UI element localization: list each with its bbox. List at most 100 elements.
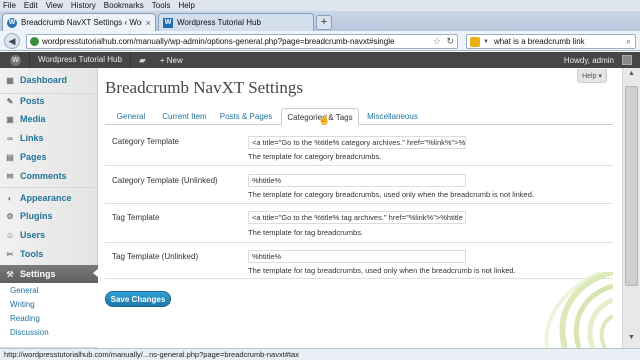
menu-file[interactable]: File xyxy=(3,0,16,11)
admin-bar-new[interactable]: + New xyxy=(160,56,183,65)
browser-tab-settings[interactable]: W Breadcrumb NavXT Settings ‹ Wordpr... … xyxy=(2,13,156,31)
search-box[interactable]: ▼ what is a breadcrumb link ⌕ xyxy=(466,34,636,49)
comments-icon: ✉ xyxy=(6,171,14,181)
search-query: what is a breadcrumb link xyxy=(493,37,585,46)
help-button[interactable]: Help ▾ xyxy=(577,69,607,83)
row-divider xyxy=(105,203,613,204)
row-divider xyxy=(105,242,613,243)
sidebar-item-label: Media xyxy=(20,114,46,124)
tab-posts-pages[interactable]: Posts & Pages xyxy=(212,108,280,125)
plugins-icon: ⚙ xyxy=(6,211,14,221)
sidebar-item-label: Posts xyxy=(20,96,45,106)
tab-general[interactable]: General xyxy=(105,108,157,125)
sidebar-item-label: Appearance xyxy=(20,193,72,203)
save-changes-button[interactable]: Save Changes xyxy=(105,291,171,307)
admin-bar-howdy[interactable]: Howdy, admin xyxy=(564,56,614,65)
label-category-template-unlinked: Category Template (Unlinked) xyxy=(112,176,218,185)
users-icon: ☺ xyxy=(5,230,15,240)
wordpress-favicon-icon: W xyxy=(7,17,17,28)
menu-help[interactable]: Help xyxy=(178,0,194,11)
reload-icon[interactable]: ↻ xyxy=(446,36,454,47)
dashboard-icon: ▦ xyxy=(6,75,14,85)
sidebar-separator xyxy=(0,187,98,188)
sidebar-item-pages[interactable]: ▤ Pages xyxy=(0,149,98,165)
menu-view[interactable]: View xyxy=(46,0,63,11)
scrollbar-thumb[interactable] xyxy=(625,86,638,286)
sidebar-item-links[interactable]: ∞ Links xyxy=(0,130,98,146)
sidebar-item-appearance[interactable]: ◐ Appearance xyxy=(0,190,98,206)
row-divider xyxy=(105,165,613,166)
browser-tabstrip: W Breadcrumb NavXT Settings ‹ Wordpr... … xyxy=(0,11,640,31)
sidebar-item-label: Users xyxy=(20,230,46,240)
admin-bar-new-label: New xyxy=(166,55,183,65)
tab-title: Breadcrumb NavXT Settings ‹ Wordpr... xyxy=(21,18,142,27)
settings-tabs: General Current Item Posts & Pages Categ… xyxy=(105,108,613,126)
site-identity-icon[interactable] xyxy=(30,37,39,46)
tab-current-item[interactable]: Current Item xyxy=(157,108,212,125)
menu-bookmarks[interactable]: Bookmarks xyxy=(104,0,144,11)
sidebar-item-posts[interactable]: ✎ Posts xyxy=(0,93,98,109)
tag-template-unlinked-desc: The template for tag breadcrumbs, used o… xyxy=(248,266,516,275)
sidebar-item-label: Plugins xyxy=(20,211,53,221)
sidebar-item-label: Comments xyxy=(20,171,67,181)
new-tab-button[interactable]: + xyxy=(316,15,332,30)
sidebar-item-users[interactable]: ☺ Users xyxy=(0,227,98,243)
label-tag-template: Tag Template xyxy=(112,213,160,222)
browser-tab-hub[interactable]: W Wordpress Tutorial Hub xyxy=(158,13,314,31)
category-template-unlinked-field[interactable]: %htitle% xyxy=(248,174,466,187)
links-icon: ∞ xyxy=(7,133,13,143)
address-bar[interactable]: wordpresstutorialhub.com/manually/wp-adm… xyxy=(26,34,458,49)
sidebar-item-label: Links xyxy=(20,133,44,143)
page-title: Breadcrumb NavXT Settings xyxy=(105,78,303,97)
sidebar-item-media[interactable]: ▣ Media xyxy=(0,111,98,127)
admin-bar-site-name[interactable]: Wordpress Tutorial Hub xyxy=(29,52,131,68)
chevron-down-icon[interactable]: ▼ xyxy=(483,39,489,45)
search-engine-icon[interactable] xyxy=(470,36,480,47)
tag-template-field[interactable]: <a title="Go to the %title% tag archives… xyxy=(248,211,466,224)
sidebar-item-dashboard[interactable]: ▦ Dashboard xyxy=(0,72,98,88)
sidebar-item-comments[interactable]: ✉ Comments xyxy=(0,168,98,184)
submenu-item-general[interactable]: General xyxy=(10,286,38,295)
sidebar-item-label: Dashboard xyxy=(20,75,68,85)
sidebar-item-settings[interactable]: ⚒ Settings xyxy=(0,265,99,283)
appearance-icon: ◐ xyxy=(7,193,13,203)
submenu-item-reading[interactable]: Reading xyxy=(10,314,40,323)
tab-title: Wordpress Tutorial Hub xyxy=(177,18,261,27)
sidebar-item-label: Tools xyxy=(20,249,44,259)
search-icon[interactable]: ⌕ xyxy=(626,36,631,47)
category-template-unlinked-desc: The template for category breadcrumbs, u… xyxy=(248,190,534,199)
wp-admin-bar: W Wordpress Tutorial Hub ▰ + New Howdy, … xyxy=(0,52,640,68)
avatar[interactable] xyxy=(622,55,632,65)
wordpress-logo-icon[interactable]: W xyxy=(10,54,21,66)
bookmark-star-icon[interactable]: ☆ xyxy=(433,36,441,47)
sidebar-item-label: Settings xyxy=(20,269,56,279)
category-template-desc: The template for category breadcrumbs. xyxy=(248,152,382,161)
submenu-item-discussion[interactable]: Discussion xyxy=(10,328,49,337)
label-tag-template-unlinked: Tag Template (Unlinked) xyxy=(112,252,199,261)
category-template-field[interactable]: <a title="Go to the %title% category arc… xyxy=(248,136,466,149)
menu-tools[interactable]: Tools xyxy=(152,0,171,11)
browser-statusbar: http://wordpresstutorialhub.com/manually… xyxy=(0,348,640,360)
back-button[interactable]: ◀ xyxy=(4,33,20,49)
menu-history[interactable]: History xyxy=(71,0,96,11)
comments-bubble-icon[interactable]: ▰ xyxy=(139,55,146,66)
tag-template-unlinked-field[interactable]: %htitle% xyxy=(248,250,466,263)
scroll-down-icon[interactable]: ▼ xyxy=(625,334,638,346)
page-scrollbar[interactable]: ▲ ▼ xyxy=(622,68,640,348)
wordpress-favicon-icon: W xyxy=(163,17,173,28)
tab-miscellaneous[interactable]: Miscellaneous xyxy=(361,108,424,125)
menu-edit[interactable]: Edit xyxy=(24,0,38,11)
settings-submenu: General Writing Reading Discussion xyxy=(0,283,98,348)
status-url: http://wordpresstutorialhub.com/manually… xyxy=(4,350,299,359)
submenu-item-writing[interactable]: Writing xyxy=(10,300,35,309)
sidebar-item-plugins[interactable]: ⚙ Plugins xyxy=(0,208,98,224)
browser-navbar: ◀ wordpresstutorialhub.com/manually/wp-a… xyxy=(0,31,640,51)
media-icon: ▣ xyxy=(6,114,14,124)
sidebar-item-tools[interactable]: ✂ Tools xyxy=(0,246,98,262)
scroll-up-icon[interactable]: ▲ xyxy=(625,70,638,82)
settings-icon: ⚒ xyxy=(6,269,14,279)
decorative-swirl-graphic xyxy=(544,272,613,348)
close-tab-icon[interactable]: × xyxy=(146,18,151,28)
hand-cursor-icon: ☝ xyxy=(318,115,331,126)
tools-icon: ✂ xyxy=(6,249,14,259)
